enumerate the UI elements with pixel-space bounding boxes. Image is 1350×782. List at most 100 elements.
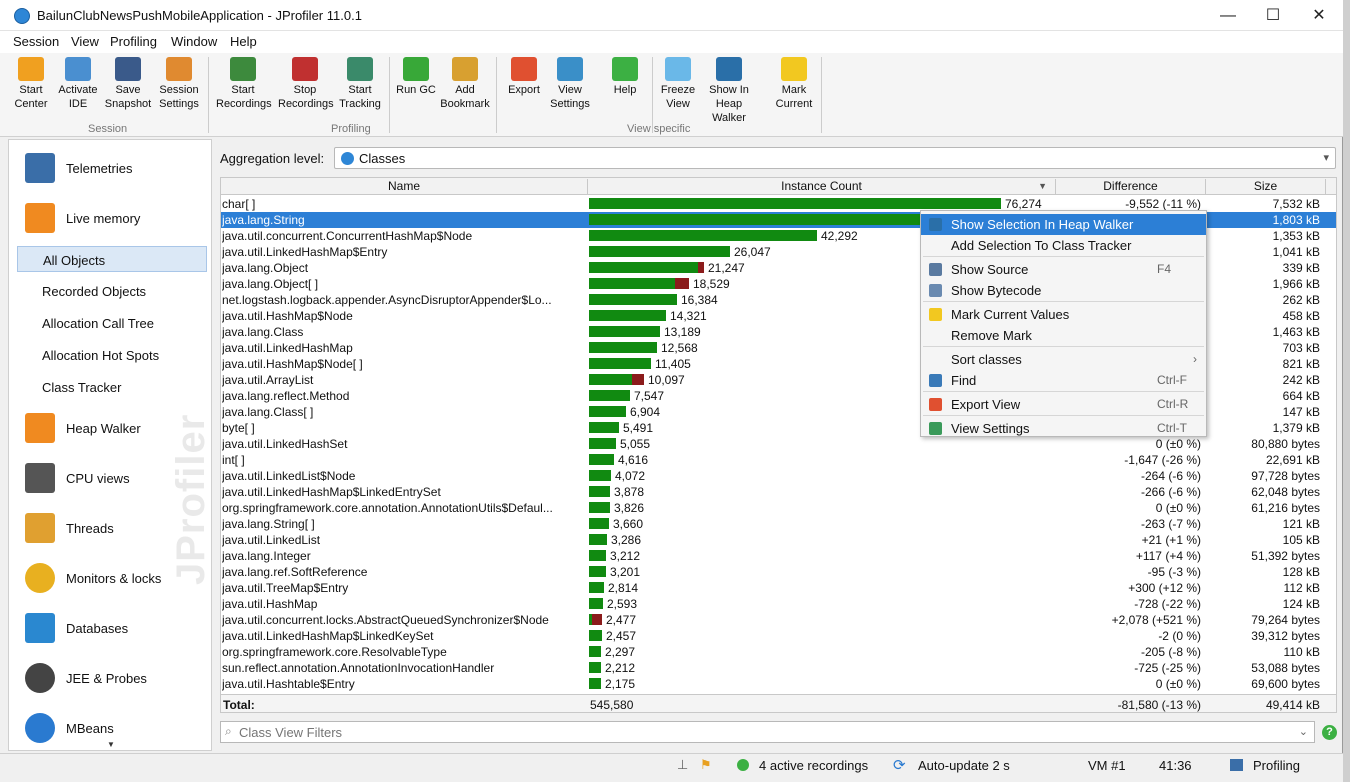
context-item-mark-current-values[interactable]: Mark Current Values [921, 304, 1206, 325]
scroll-down-arrow-icon[interactable]: ▼ [107, 740, 115, 749]
menu-help[interactable]: Help [230, 34, 257, 49]
context-item-shortcut: Ctrl-T [1157, 421, 1187, 435]
table-row[interactable]: java.util.LinkedHashMap$LinkedEntrySet 3,… [221, 484, 1336, 500]
menu-profiling[interactable]: Profiling [110, 34, 157, 49]
active-recordings-status[interactable]: 4 active recordings [759, 758, 868, 773]
context-item-find[interactable]: Find Ctrl-F [921, 370, 1206, 391]
table-row[interactable]: java.lang.String[ ] 3,660 -263 (-7 %) 121 k… [221, 516, 1336, 532]
difference: -728 (-22 %) [1134, 597, 1201, 611]
flag-icon[interactable]: ⚑ [700, 757, 712, 773]
toolbar-button-stop-recordings[interactable]: Stop Recordings [278, 57, 334, 111]
instance-count: 2,212 [605, 661, 636, 675]
table-row[interactable]: java.util.Hashtable$Entry 2,175 0 (±0 %) 69… [221, 676, 1336, 692]
search-icon [929, 374, 942, 387]
sidebar-item-jee-probes[interactable]: JEE & Probes [9, 657, 211, 699]
sidebar-item-heap-walker[interactable]: Heap Walker [9, 407, 211, 449]
context-item-add-selection-to-class-tracker[interactable]: Add Selection To Class Tracker [921, 235, 1206, 256]
sidebar-item-cpu-views[interactable]: CPU views [9, 457, 211, 499]
class-name: net.logstash.logback.appender.AsyncDisru… [222, 293, 552, 307]
instance-count-bar [589, 198, 1001, 209]
vm-id: VM #1 [1088, 758, 1126, 773]
class-name: java.lang.ref.SoftReference [222, 565, 368, 579]
minimize-button[interactable]: — [1205, 0, 1251, 31]
toolbar-button-mark-current[interactable]: Mark Current [767, 57, 821, 111]
decrease-bar-segment [632, 374, 644, 385]
sidebar-item-live-memory[interactable]: Live memory [9, 197, 211, 239]
context-item-view-settings[interactable]: View Settings Ctrl-T [921, 418, 1206, 439]
col-header-difference[interactable]: Difference [1056, 179, 1206, 195]
instance-count-bar [589, 374, 644, 385]
table-row[interactable]: org.springframework.core.annotation.Anno… [221, 500, 1336, 516]
toolbar-button-activate-ide[interactable]: Activate IDE [51, 57, 105, 111]
class-name: java.util.LinkedHashMap$Entry [222, 245, 388, 259]
col-header-size[interactable]: Size [1206, 179, 1326, 195]
table-row[interactable]: java.util.TreeMap$Entry 2,814 +300 (+12 %)… [221, 580, 1336, 596]
toolbar-button-freeze-view[interactable]: Freeze View [651, 57, 705, 111]
class-view-filter[interactable]: ⌕ ⌄ [220, 721, 1315, 743]
toolbar-button-add-bookmark[interactable]: Add Bookmark [438, 57, 492, 111]
col-header-name[interactable]: Name [221, 179, 588, 195]
menu-view[interactable]: View [71, 34, 99, 49]
context-item-export-view[interactable]: Export View Ctrl-R [921, 394, 1206, 415]
toolbar-button-view-settings[interactable]: View Settings [543, 57, 597, 111]
class-name: sun.reflect.annotation.AnnotationInvocat… [222, 661, 495, 675]
difference: 0 (±0 %) [1155, 437, 1201, 451]
class-filter-input[interactable] [239, 724, 1299, 740]
class-name: java.util.HashMap$Node[ ] [222, 357, 363, 371]
toolbar-button-session-settings[interactable]: Session Settings [152, 57, 206, 111]
sidebar-subitem[interactable]: Allocation Call Tree [17, 310, 207, 336]
sidebar-item-threads[interactable]: Threads [9, 507, 211, 549]
instance-count: 2,814 [608, 581, 639, 595]
instance-count-bar [589, 326, 660, 337]
maximize-button[interactable]: ☐ [1250, 0, 1296, 31]
table-row[interactable]: sun.reflect.annotation.AnnotationInvocat… [221, 660, 1336, 676]
table-row[interactable]: java.util.LinkedHashMap$LinkedKeySet 2,45… [221, 628, 1336, 644]
refresh-icon[interactable]: ⟳ [893, 756, 906, 774]
sidebar-item-label: Threads [66, 521, 114, 536]
sidebar-item-monitors-locks[interactable]: Monitors & locks [9, 557, 211, 599]
show-source-icon [929, 263, 942, 276]
table-row[interactable]: org.springframework.core.ResolvableType 2… [221, 644, 1336, 660]
sidebar-subitem[interactable]: Recorded Objects [17, 278, 207, 304]
col-header-instance-count[interactable]: Instance Count ▼ [588, 179, 1056, 195]
toolbar-button-help[interactable]: Help [598, 57, 652, 97]
class-icon [341, 152, 354, 165]
table-row[interactable]: java.util.LinkedList$Node 4,072 -264 (-6 %… [221, 468, 1336, 484]
class-name: java.util.LinkedHashMap$LinkedEntrySet [222, 485, 441, 499]
auto-update-status[interactable]: Auto-update 2 s [918, 758, 1010, 773]
elapsed-time: 41:36 [1159, 758, 1192, 773]
show-in-heap-walker-icon [716, 57, 742, 81]
sidebar-subitem[interactable]: All Objects [17, 246, 207, 272]
table-row[interactable]: java.lang.ref.SoftReference 3,201 -95 (-3 … [221, 564, 1336, 580]
close-button[interactable]: ✕ [1296, 0, 1342, 31]
sidebar-item-databases[interactable]: Databases [9, 607, 211, 649]
context-item-sort-classes[interactable]: Sort classes › [921, 349, 1206, 370]
toolbar-button-start-recordings[interactable]: Start Recordings [216, 57, 272, 111]
sidebar-item-telemetries[interactable]: Telemetries [9, 147, 211, 189]
context-item-show-source[interactable]: Show Source F4 [921, 259, 1206, 280]
table-row[interactable]: int[ ] 4,616 -1,647 (-26 %) 22,691 kB [221, 452, 1336, 468]
sidebar-subitem[interactable]: Allocation Hot Spots [17, 342, 207, 368]
menu-window[interactable]: Window [171, 34, 217, 49]
toolbar-button-start-tracking[interactable]: Start Tracking [333, 57, 387, 111]
menu-session[interactable]: Session [13, 34, 59, 49]
table-row[interactable]: java.util.concurrent.locks.AbstractQueue… [221, 612, 1336, 628]
toolbar-button-show-in-heap-walker[interactable]: Show In Heap Walker [702, 57, 756, 125]
sidebar-subitem[interactable]: Class Tracker [17, 374, 207, 400]
table-row[interactable]: java.util.HashMap 2,593 -728 (-22 %) 124 kB [221, 596, 1336, 612]
toolbar-button-run-gc[interactable]: Run GC [389, 57, 443, 97]
instance-count-bar [589, 486, 610, 497]
table-row[interactable]: java.util.LinkedList 3,286 +21 (+1 %) 105 k… [221, 532, 1336, 548]
toolbar-button-start-center[interactable]: Start Center [4, 57, 58, 111]
instance-count-bar [589, 566, 606, 577]
pin-icon[interactable]: ⊥ [677, 757, 688, 773]
filter-help-icon[interactable]: ? [1322, 725, 1337, 740]
context-item-remove-mark[interactable]: Remove Mark [921, 325, 1206, 346]
size: 1,463 kB [1272, 325, 1320, 339]
table-row[interactable]: java.lang.Integer 3,212 +117 (+4 %) 51,392 … [221, 548, 1336, 564]
context-item-show-bytecode[interactable]: Show Bytecode [921, 280, 1206, 301]
toolbar-button-save-snapshot[interactable]: Save Snapshot [101, 57, 155, 111]
instance-count: 12,568 [661, 341, 698, 355]
aggregation-level-select[interactable]: Classes ▾ [334, 147, 1336, 169]
context-item-show-selection-in-heap-walker[interactable]: Show Selection In Heap Walker [921, 214, 1206, 235]
